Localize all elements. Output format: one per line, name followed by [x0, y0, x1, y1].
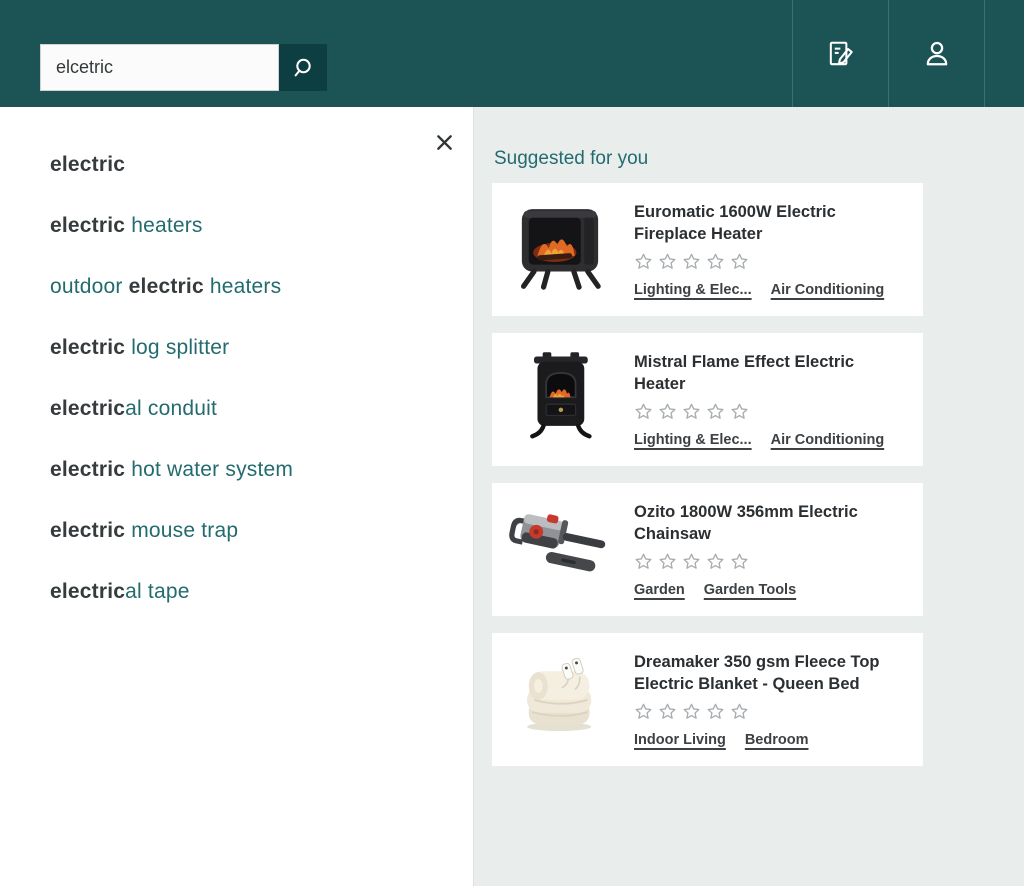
rating-stars: [634, 552, 907, 571]
star-icon: [730, 552, 749, 571]
category-links: Lighting & Elec... Air Conditioning: [634, 432, 907, 450]
star-icon: [682, 402, 701, 421]
star-icon: [634, 702, 653, 721]
suggestion-suffix: al tape: [125, 580, 189, 604]
suggestion-prefix: outdoor: [50, 275, 129, 299]
autocomplete-suggestion[interactable]: electric hot water system: [50, 439, 473, 500]
autocomplete-suggestion[interactable]: electrical tape: [50, 561, 473, 622]
autocomplete-suggestion[interactable]: outdoor electric heaters: [50, 256, 473, 317]
suggestion-match: electric: [50, 580, 125, 604]
star-icon: [634, 252, 653, 271]
person-icon: [921, 38, 953, 70]
header-actions: [792, 0, 1024, 107]
star-icon: [730, 252, 749, 271]
category-link[interactable]: Indoor Living: [634, 732, 726, 748]
suggestion-list: electric electric heaters outdoor electr…: [0, 134, 473, 622]
star-icon: [634, 552, 653, 571]
star-icon: [682, 702, 701, 721]
searchbar: [40, 44, 327, 91]
category-link[interactable]: Garden: [634, 582, 685, 598]
autocomplete-suggestion[interactable]: electric: [50, 134, 473, 195]
category-links: Garden Garden Tools: [634, 582, 907, 600]
product-image: [508, 195, 612, 303]
autocomplete-suggestion[interactable]: electric mouse trap: [50, 500, 473, 561]
rating-stars: [634, 402, 907, 421]
product-image: [508, 495, 612, 603]
stove-heater-image: [508, 345, 612, 453]
star-icon: [706, 552, 725, 571]
product-card[interactable]: Dreamaker 350 gsm Fleece Top Electric Bl…: [492, 633, 923, 766]
star-icon: [634, 402, 653, 421]
star-icon: [730, 402, 749, 421]
search-icon: [291, 56, 315, 80]
close-button[interactable]: [431, 129, 457, 155]
category-link[interactable]: Lighting & Elec...: [634, 432, 752, 448]
product-image: [508, 645, 612, 753]
lists-button[interactable]: [792, 0, 888, 107]
star-icon: [730, 702, 749, 721]
rating-stars: [634, 702, 907, 721]
star-icon: [706, 402, 725, 421]
suggestion-match: electric: [50, 397, 125, 421]
suggested-panel: Suggested for you Euromatic 1600W Electr…: [475, 107, 1024, 886]
electric-blanket-image: [508, 645, 612, 753]
suggestion-match: electric: [50, 519, 125, 543]
autocomplete-suggestion[interactable]: electrical conduit: [50, 378, 473, 439]
product-card[interactable]: Euromatic 1600W Electric Fireplace Heate…: [492, 183, 923, 316]
suggestion-match: electric: [50, 458, 125, 482]
search-button[interactable]: [279, 44, 327, 91]
product-image: [508, 345, 612, 453]
header-spacer: [984, 0, 1024, 107]
category-link[interactable]: Lighting & Elec...: [634, 282, 752, 298]
suggested-title: Suggested for you: [494, 147, 1024, 170]
star-icon: [658, 702, 677, 721]
product-title[interactable]: Mistral Flame Effect Electric Heater: [634, 351, 907, 395]
suggestion-match: electric: [129, 275, 204, 299]
star-icon: [658, 402, 677, 421]
category-link[interactable]: Air Conditioning: [771, 282, 885, 298]
suggestion-suffix: log splitter: [125, 336, 229, 360]
close-icon: [435, 133, 454, 152]
suggestion-suffix: heaters: [204, 275, 281, 299]
suggestion-match: electric: [50, 153, 125, 177]
search-input[interactable]: [40, 44, 279, 91]
category-link[interactable]: Bedroom: [745, 732, 809, 748]
clipboard-pencil-icon: [826, 39, 856, 69]
suggestion-match: electric: [50, 336, 125, 360]
star-icon: [706, 702, 725, 721]
account-button[interactable]: [888, 0, 984, 107]
search-overlay-screen: electric electric heaters outdoor electr…: [0, 0, 1024, 886]
product-cards: Euromatic 1600W Electric Fireplace Heate…: [492, 183, 923, 766]
rating-stars: [634, 252, 907, 271]
chainsaw-image: [508, 495, 612, 603]
category-links: Lighting & Elec... Air Conditioning: [634, 282, 907, 300]
product-card[interactable]: Mistral Flame Effect Electric Heater Lig…: [492, 333, 923, 466]
star-icon: [682, 552, 701, 571]
product-title[interactable]: Euromatic 1600W Electric Fireplace Heate…: [634, 201, 907, 245]
star-icon: [658, 252, 677, 271]
product-title[interactable]: Dreamaker 350 gsm Fleece Top Electric Bl…: [634, 651, 907, 695]
autocomplete-suggestion[interactable]: electric heaters: [50, 195, 473, 256]
fireplace-heater-image: [508, 195, 612, 303]
star-icon: [658, 552, 677, 571]
category-link[interactable]: Garden Tools: [704, 582, 796, 598]
product-card[interactable]: Ozito 1800W 356mm Electric Chainsaw Gard…: [492, 483, 923, 616]
suggestion-match: electric: [50, 214, 125, 238]
suggestion-suffix: mouse trap: [125, 519, 238, 543]
star-icon: [682, 252, 701, 271]
autocomplete-suggestion[interactable]: electric log splitter: [50, 317, 473, 378]
suggestion-suffix: al conduit: [125, 397, 217, 421]
category-link[interactable]: Air Conditioning: [771, 432, 885, 448]
autocomplete-panel: electric electric heaters outdoor electr…: [0, 107, 474, 886]
category-links: Indoor Living Bedroom: [634, 732, 907, 750]
suggestion-suffix: hot water system: [125, 458, 293, 482]
product-title[interactable]: Ozito 1800W 356mm Electric Chainsaw: [634, 501, 907, 545]
header: [0, 0, 1024, 107]
star-icon: [706, 252, 725, 271]
suggestion-suffix: heaters: [125, 214, 202, 238]
